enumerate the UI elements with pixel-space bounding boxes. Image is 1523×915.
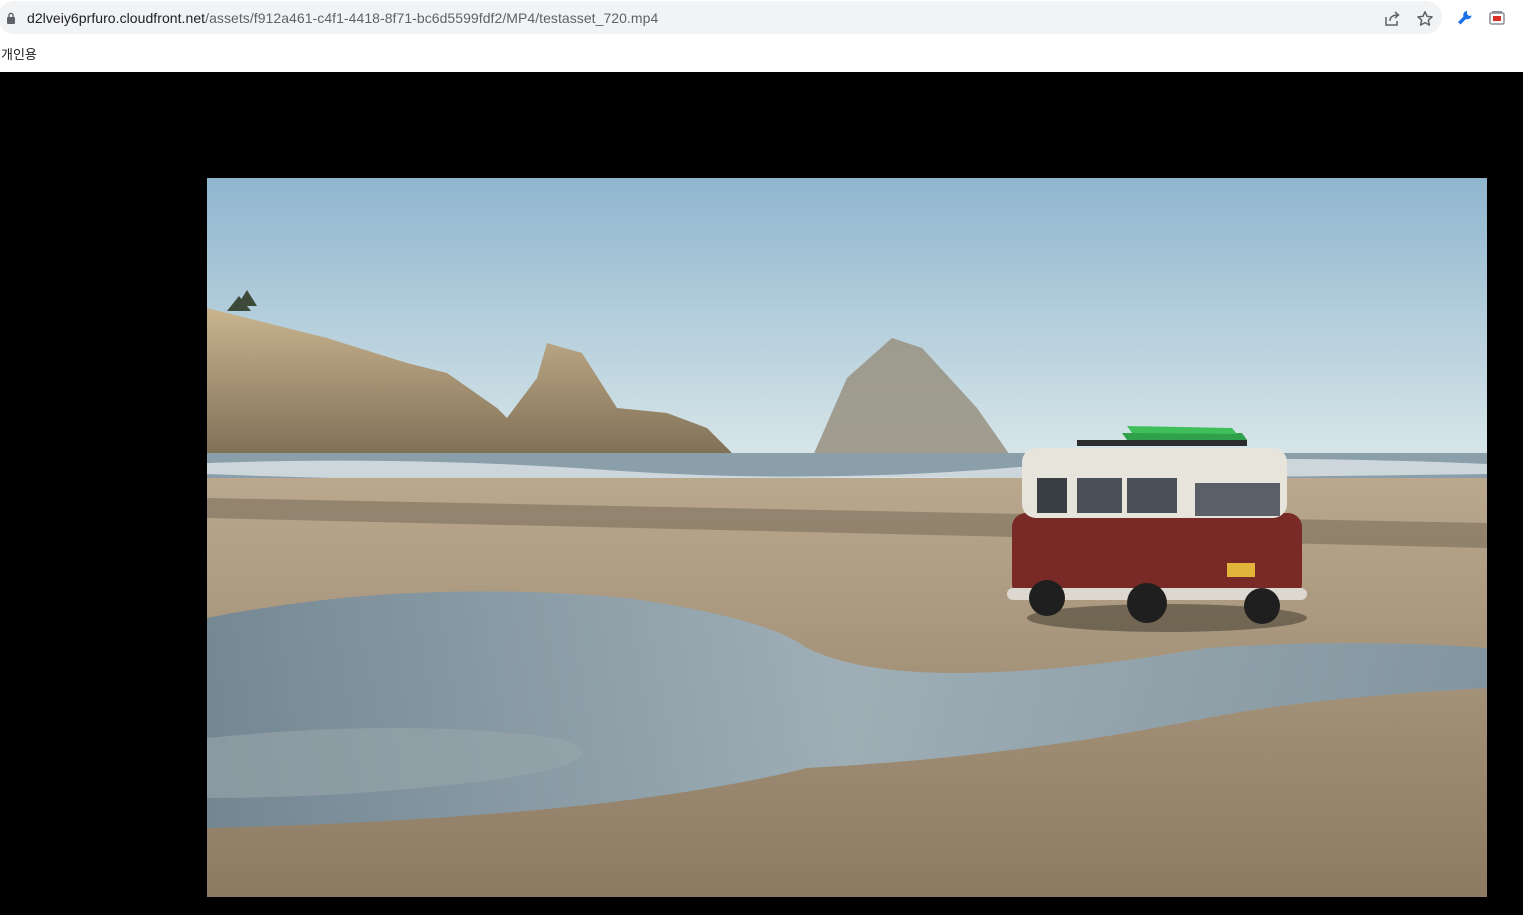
bookmark-star-icon[interactable] [1416,10,1434,28]
camper-van [1007,426,1307,632]
extension-window-icon[interactable] [1488,9,1506,27]
url-path: /assets/f912a461-c4f1-4418-8f71-bc6d5599… [205,10,659,26]
extension-wrench-icon[interactable] [1456,9,1474,27]
video-frame [207,178,1487,897]
video-player[interactable] [207,178,1487,897]
url-text[interactable]: d2lveiy6prfuro.cloudfront.net/assets/f91… [27,10,658,26]
share-icon[interactable] [1383,10,1401,28]
lock-icon[interactable] [6,12,16,24]
address-bar[interactable]: d2lveiy6prfuro.cloudfront.net/assets/f91… [0,1,1442,34]
page-viewport [0,72,1523,915]
url-host: d2lveiy6prfuro.cloudfront.net [27,10,206,26]
bookmark-folder-personal[interactable]: 개인용 [1,44,37,63]
bookmarks-bar: 개인용 [0,36,1523,72]
browser-toolbar: d2lveiy6prfuro.cloudfront.net/assets/f91… [0,0,1523,36]
